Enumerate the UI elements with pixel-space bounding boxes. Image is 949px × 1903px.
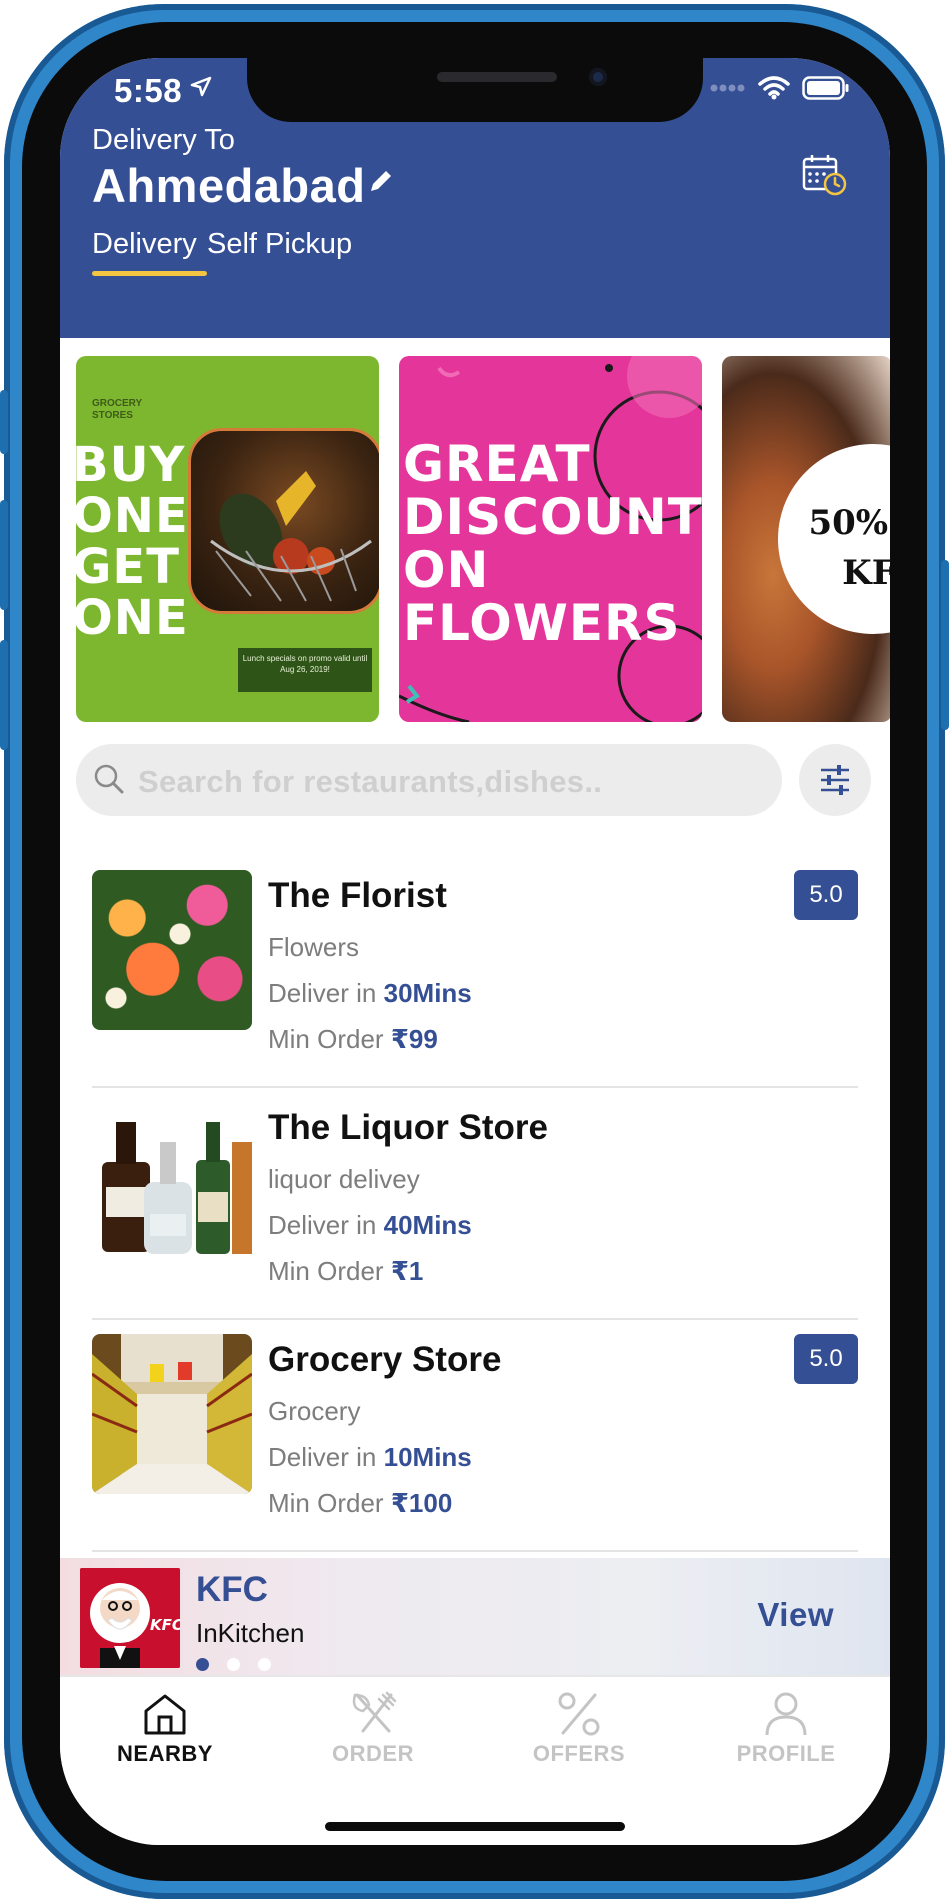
search-icon <box>94 764 124 794</box>
delivery-time: Deliver in 40Mins <box>268 1210 472 1240</box>
rating-badge: 5.0 <box>794 870 858 920</box>
pagination-dot[interactable] <box>196 1658 209 1671</box>
banner-note: Lunch specials on promo valid until Aug … <box>238 648 372 692</box>
store-list-item[interactable]: The Liquor Store liquor delivey Deliver … <box>92 1088 858 1320</box>
pagination-dot[interactable] <box>258 1658 271 1671</box>
store-list-item[interactable]: The Florist Flowers Deliver in 30Mins Mi… <box>92 856 858 1088</box>
mute-switch <box>0 390 8 454</box>
tab-delivery[interactable]: Delivery <box>92 228 197 261</box>
city-name[interactable]: Ahmedabad <box>92 158 366 213</box>
kfc-logo-text: KFC <box>150 1616 180 1634</box>
speaker <box>437 72 557 82</box>
pagination-dots[interactable] <box>196 1658 271 1671</box>
sliders-icon <box>821 765 849 795</box>
power-button <box>941 560 949 730</box>
home-icon <box>144 1694 186 1735</box>
min-order: Min Order ₹100 <box>268 1488 453 1518</box>
delivery-to-label: Delivery To <box>92 124 235 156</box>
featured-promo-strip[interactable]: KFC KFC InKitchen View <box>60 1558 890 1675</box>
store-category: liquor delivey <box>268 1164 420 1194</box>
nav-order[interactable]: ORDER <box>283 1691 463 1767</box>
store-image <box>92 1334 252 1494</box>
nav-label: OFFERS <box>532 1741 626 1766</box>
front-camera <box>589 68 607 86</box>
search-bar[interactable]: Search for restaurants,dishes.. <box>76 744 782 816</box>
tab-self-pickup[interactable]: Self Pickup <box>207 228 352 261</box>
calendar-clock-icon[interactable] <box>802 154 848 196</box>
store-name: Grocery Store <box>268 1340 502 1379</box>
store-list-item[interactable]: Grocery Store Grocery Deliver in 10Mins … <box>92 1320 858 1552</box>
volume-up-button <box>0 500 8 610</box>
status-indicators <box>710 76 850 100</box>
store-name: The Liquor Store <box>268 1108 548 1147</box>
banner-kfc-offer[interactable]: 50% O KF <box>722 356 890 722</box>
battery-icon <box>802 76 849 100</box>
nav-label: PROFILE <box>736 1741 836 1766</box>
nav-profile[interactable]: PROFILE <box>696 1691 876 1767</box>
filter-button[interactable] <box>799 744 871 816</box>
banner-flowers-discount[interactable]: GREAT DISCOUNT ON FLOWERS <box>399 356 702 722</box>
search-input[interactable]: Search for restaurants,dishes.. <box>138 764 602 800</box>
user-icon <box>765 1692 807 1736</box>
volume-down-button <box>0 640 8 750</box>
store-category: Grocery <box>268 1396 361 1426</box>
signal-icon <box>710 84 745 92</box>
nav-label: ORDER <box>332 1741 414 1766</box>
min-order: Min Order ₹1 <box>268 1256 424 1286</box>
banner-logo: GROCERY STORES <box>92 398 143 421</box>
wifi-icon <box>758 76 790 100</box>
app-screen: 5:58 Delivery To Ahmedabad Delivery Self… <box>60 58 890 1845</box>
nav-label: NEARBY <box>117 1741 213 1766</box>
banner-headline: BUY ONE GET ONE <box>76 437 189 646</box>
active-tab-indicator <box>92 271 207 276</box>
delivery-time: Deliver in 30Mins <box>268 978 472 1008</box>
view-button[interactable]: View <box>757 1596 834 1634</box>
nav-offers[interactable]: OFFERS <box>489 1691 669 1767</box>
fork-knife-icon <box>352 1691 397 1733</box>
status-time: 5:58 <box>114 72 183 109</box>
app-header: 5:58 Delivery To Ahmedabad Delivery Self… <box>60 58 890 338</box>
delivery-time: Deliver in 10Mins <box>268 1442 472 1472</box>
edit-pencil-icon[interactable] <box>368 168 394 194</box>
kfc-logo: KFC <box>80 1568 180 1668</box>
rating-badge: 5.0 <box>794 1334 858 1384</box>
banner-grocery-offer[interactable]: GROCERY STORES BUY ONE GET ONE Lunch spe… <box>76 356 379 722</box>
pagination-dot[interactable] <box>227 1658 240 1671</box>
store-image <box>92 1102 252 1262</box>
min-order: Min Order ₹99 <box>268 1024 438 1054</box>
bottom-navigation: NEARBY ORDER OFFERS PROFILE <box>60 1675 890 1845</box>
banner-headline: 50% O KF <box>808 503 890 593</box>
store-category: Flowers <box>268 932 360 962</box>
nav-nearby[interactable]: NEARBY <box>75 1691 255 1767</box>
store-image <box>92 870 252 1030</box>
promo-title: KFC <box>196 1570 268 1609</box>
device-notch <box>247 58 703 122</box>
vegetable-basket-image <box>188 428 379 614</box>
promo-banner-carousel[interactable]: GROCERY STORES BUY ONE GET ONE Lunch spe… <box>60 356 890 722</box>
promo-subtitle: InKitchen <box>196 1618 305 1648</box>
home-indicator[interactable] <box>325 1822 625 1831</box>
location-arrow-icon <box>190 76 212 97</box>
percent-icon <box>558 1692 600 1736</box>
banner-headline: GREAT DISCOUNT ON FLOWERS <box>403 435 702 652</box>
store-name: The Florist <box>268 876 447 915</box>
